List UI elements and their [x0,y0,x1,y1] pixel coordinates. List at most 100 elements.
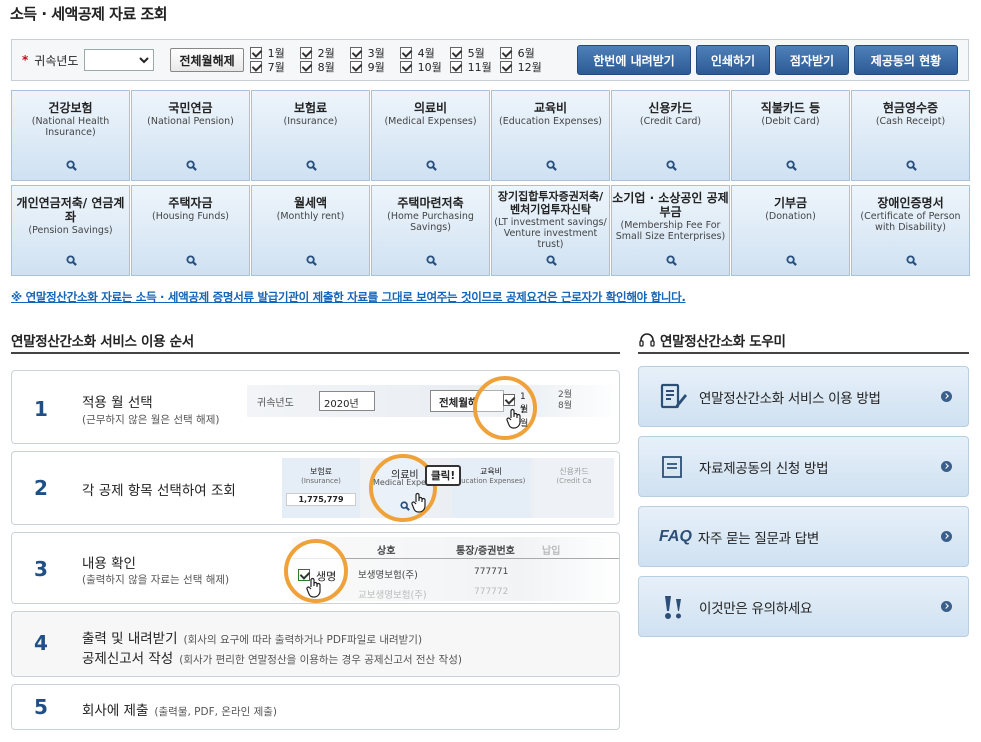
step-2: 2 각 공제 항목 선택하여 조회 보험료 (Insurance) 1,775,… [11,451,620,525]
chevron-down-icon [139,57,150,64]
required-mark: * [22,53,29,67]
steps-section-title: 연말정산간소화 서비스 이용 순서 [11,334,194,350]
step-title: 각 공제 항목 선택하여 조회 [82,483,236,499]
tile-national-pension[interactable]: 국민연금 (National Pension) [131,90,250,181]
month-7[interactable]: 7월 [249,60,300,74]
hand-cursor-icon [306,577,321,598]
step-title: 적용 월 선택 [82,395,153,411]
help-consent-request-button[interactable]: 자료제공동의 신청 방법 [638,436,969,497]
click-tooltip: 클릭! [425,465,462,486]
month-4[interactable]: 4월 [399,46,450,60]
month-11[interactable]: 11월 [449,60,500,74]
faq-icon: FAQ [659,527,692,545]
tile-health-insurance[interactable]: 건강보험 (National Health Insurance) [11,90,130,181]
help-usage-guide-button[interactable]: 연말정산간소화 서비스 이용 방법 [638,366,969,427]
chevron-right-icon [941,391,952,402]
helper-divider [638,352,969,354]
tile-donation[interactable]: 기부금 (Donation) [731,185,850,276]
highlight-ring: 1월 7월 [473,376,537,440]
month-3[interactable]: 3월 [349,46,400,60]
search-icon [906,255,917,266]
search-icon [666,160,677,171]
step-title: 회사에 제출 (출력물, PDF, 온라인 제출) [82,703,278,719]
search-icon [66,160,77,171]
tile-monthly-rent[interactable]: 월세액 (Monthly rent) [251,185,370,276]
notice-link[interactable]: ※ 연말정산간소화 자료는 소득 · 세액공제 증명서류 발급기관이 제출한 자… [11,289,686,305]
month-2[interactable]: 2월 [299,46,350,60]
step-title: 내용 확인 [82,556,136,572]
checkbox[interactable] [349,47,362,59]
search-icon [426,255,437,266]
page-title: 소득 · 세액공제 자료 조회 [10,5,168,23]
month-checkboxes: 1월 2월 3월 4월 5월 6월 7월 8월 9월 10월 11월 12월 [249,46,550,74]
month-12[interactable]: 12월 [499,60,550,74]
step-number: 4 [34,631,48,655]
step-number: 1 [34,397,48,421]
month-9[interactable]: 9월 [349,60,400,74]
helper-section-title: 연말정산간소화 도우미 [638,330,786,350]
download-all-button[interactable]: 한번에 내려받기 [577,45,691,75]
exclamation-icon [665,595,681,619]
checkbox[interactable] [299,47,312,59]
search-icon [426,160,437,171]
month-5[interactable]: 5월 [449,46,500,60]
step-title-2: 공제신고서 작성 (회사가 편리한 연말정산을 이용하는 경우 공제신고서 전산 … [82,651,462,667]
tile-insurance[interactable]: 보험료 (Insurance) [251,90,370,181]
search-icon [666,255,677,266]
help-faq-button[interactable]: FAQ 자주 묻는 질문과 답변 [638,506,969,567]
month-1[interactable]: 1월 [249,46,300,60]
braille-button[interactable]: 점자받기 [775,45,849,75]
illu-amount: 1,775,779 [286,493,356,506]
filter-bar: * 귀속년도 전체월해제 1월 2월 3월 4월 5월 6월 7월 8월 9월 … [11,39,969,81]
headset-icon [639,333,655,347]
step-subtitle: (근무하지 않은 월은 선택 해제) [82,414,220,426]
tile-education-expenses[interactable]: 교육비 (Education Expenses) [491,90,610,181]
document-pen-icon [660,383,687,408]
tile-small-enterprise-fee[interactable]: 소기업 · 소상공인 공제부금 (Membership Fee For Small… [611,185,730,276]
step-3: 3 내용 확인 (출력하지 않을 자료는 선택 해제) 상호 통장/증권번호 납… [11,532,620,604]
consent-status-button[interactable]: 제공동의 현황 [854,45,958,75]
checkbox[interactable] [499,47,512,59]
toggle-all-months-button[interactable]: 전체월해제 [170,48,244,72]
search-icon [306,255,317,266]
checkbox[interactable] [449,61,462,73]
help-caution-button[interactable]: 이것만은 유의하세요 [638,576,969,637]
checkbox[interactable] [249,61,262,73]
step-number: 3 [34,557,48,581]
checkbox[interactable] [249,47,262,59]
tile-pension-savings[interactable]: 개인연금저축/ 연금계좌 (Pension Savings) [11,185,130,276]
year-select[interactable] [84,49,155,71]
search-icon [186,160,197,171]
month-6[interactable]: 6월 [499,46,550,60]
search-icon [66,255,77,266]
checkbox[interactable] [349,61,362,73]
deduction-tiles-row-1: 건강보험 (National Health Insurance) 국민연금 (Nat… [11,90,971,181]
tile-medical-expenses[interactable]: 의료비 (Medical Expenses) [371,90,490,181]
tile-cash-receipt[interactable]: 현금영수증 (Cash Receipt) [851,90,970,181]
step-number: 2 [34,476,48,500]
month-10[interactable]: 10월 [399,60,450,74]
checkbox[interactable] [399,61,412,73]
checkbox[interactable] [399,47,412,59]
tile-debit-card[interactable]: 직불카드 등 (Debit Card) [731,90,850,181]
checkbox[interactable] [299,61,312,73]
step-5: 5 회사에 제출 (출력물, PDF, 온라인 제출) [11,684,620,730]
step-4: 4 출력 및 내려받기 (회사의 요구에 따라 출력하거나 PDF파일로 내려받기… [11,611,620,677]
search-icon [306,160,317,171]
tile-lt-investment-savings[interactable]: 장기집합투자증권저축/ 벤처기업투자신탁 (LT investment savin… [491,185,610,276]
chevron-right-icon [941,531,952,542]
year-label: 귀속년도 [34,53,79,68]
tile-credit-card[interactable]: 신용카드 (Credit Card) [611,90,730,181]
checkbox[interactable] [449,47,462,59]
search-icon [186,255,197,266]
print-button[interactable]: 인쇄하기 [696,45,770,75]
tile-disability-certificate[interactable]: 장애인증명서 (Certificate of Person with Disabi… [851,185,970,276]
step-1: 1 적용 월 선택 (근무하지 않은 월은 선택 해제) 귀속년도 2020년 … [11,370,620,444]
tile-housing-funds[interactable]: 주택자금 (Housing Funds) [131,185,250,276]
search-icon [786,255,797,266]
hand-cursor-icon [506,408,521,429]
checkbox[interactable] [499,61,512,73]
tile-home-purchasing-savings[interactable]: 주택마련저축 (Home Purchasing Savings) [371,185,490,276]
month-8[interactable]: 8월 [299,60,350,74]
step-number: 5 [34,695,48,719]
